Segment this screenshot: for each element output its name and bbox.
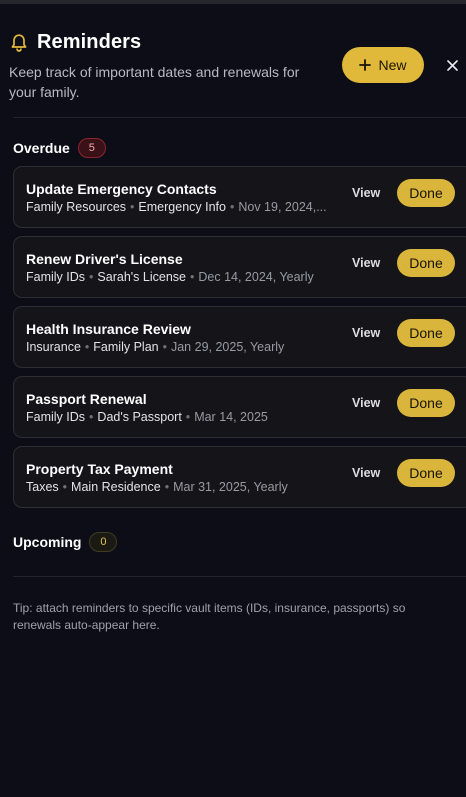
title-row: Reminders xyxy=(10,31,141,54)
reminder-category: Family IDs xyxy=(26,410,86,424)
reminder-card: Health Insurance Review Insurance • Family… xyxy=(13,306,466,368)
reminder-title: Health Insurance Review xyxy=(26,321,191,337)
reminder-item: Emergency Info xyxy=(138,200,226,214)
reminder-title: Passport Renewal xyxy=(26,391,147,407)
reminder-item: Dad's Passport xyxy=(97,410,182,424)
page-subtitle: Keep track of important dates and renewa… xyxy=(9,64,300,100)
reminder-date: Mar 31, 2025, Yearly xyxy=(173,480,288,494)
upcoming-title: Upcoming xyxy=(13,534,82,550)
tip-text: Tip: attach reminders to specific vault … xyxy=(13,601,406,632)
overdue-section-header: Overdue 5 xyxy=(13,138,106,158)
reminder-category: Family IDs xyxy=(26,270,86,284)
overdue-count-badge: 5 xyxy=(77,138,106,158)
header-divider xyxy=(13,117,466,118)
new-button-label: New xyxy=(378,57,407,73)
reminder-category: Insurance xyxy=(26,340,81,354)
close-button[interactable] xyxy=(442,55,462,75)
reminder-meta: Family IDs • Sarah's License • Dec 14, 2024,… xyxy=(26,270,314,284)
reminder-date: Jan 29, 2025, Yearly xyxy=(170,340,285,354)
reminder-card: Update Emergency Contacts Family Resourc… xyxy=(13,166,466,228)
reminder-item: Main Residence xyxy=(71,480,161,494)
view-button[interactable]: View xyxy=(352,186,380,200)
upcoming-count-badge: 0 xyxy=(89,532,118,552)
reminder-category: Taxes xyxy=(26,480,59,494)
footer-divider xyxy=(13,576,466,577)
window-top-border xyxy=(0,0,466,4)
reminder-meta: Family Resources • Emergency Info • Nov 19, … xyxy=(26,200,327,214)
reminder-item: Family Plan xyxy=(93,340,159,354)
reminder-title: Update Emergency Contacts xyxy=(26,181,217,197)
overdue-title: Overdue xyxy=(13,140,70,156)
bell-icon xyxy=(11,33,27,52)
view-button[interactable]: View xyxy=(352,396,380,410)
reminder-category: Family Resources xyxy=(26,200,127,214)
done-button[interactable]: Done xyxy=(397,389,455,417)
new-reminder-button[interactable]: New xyxy=(342,47,424,83)
done-button[interactable]: Done xyxy=(397,459,455,487)
done-button[interactable]: Done xyxy=(397,179,455,207)
close-icon xyxy=(446,59,458,71)
page-title: Reminders xyxy=(37,31,142,53)
reminder-card: Property Tax Payment Taxes • Main Residenc… xyxy=(13,446,466,508)
reminder-meta: Insurance • Family Plan • Jan 29, 2025, Year… xyxy=(26,340,285,354)
view-button[interactable]: View xyxy=(352,326,380,340)
view-button[interactable]: View xyxy=(352,256,380,270)
reminder-item: Sarah's License xyxy=(97,270,186,284)
done-button[interactable]: Done xyxy=(397,249,455,277)
upcoming-section-header: Upcoming 0 xyxy=(13,532,118,552)
reminder-meta: Taxes • Main Residence • Mar 31, 2025, Yearl… xyxy=(26,480,288,494)
reminder-card: Renew Driver's License Family IDs • Sarah'… xyxy=(13,236,466,298)
done-button[interactable]: Done xyxy=(397,319,455,347)
plus-icon xyxy=(359,59,372,71)
reminder-title: Renew Driver's License xyxy=(26,251,183,267)
view-button[interactable]: View xyxy=(352,466,380,480)
reminder-meta: Family IDs • Dad's Passport • Mar 14, 2025 xyxy=(26,410,268,424)
reminder-date: Nov 19, 2024,... xyxy=(238,200,327,214)
reminder-title: Property Tax Payment xyxy=(26,461,173,477)
reminder-card: Passport Renewal Family IDs • Dad's Passpo… xyxy=(13,376,466,438)
reminder-date: Dec 14, 2024, Yearly xyxy=(198,270,314,284)
reminder-date: Mar 14, 2025 xyxy=(194,410,268,424)
